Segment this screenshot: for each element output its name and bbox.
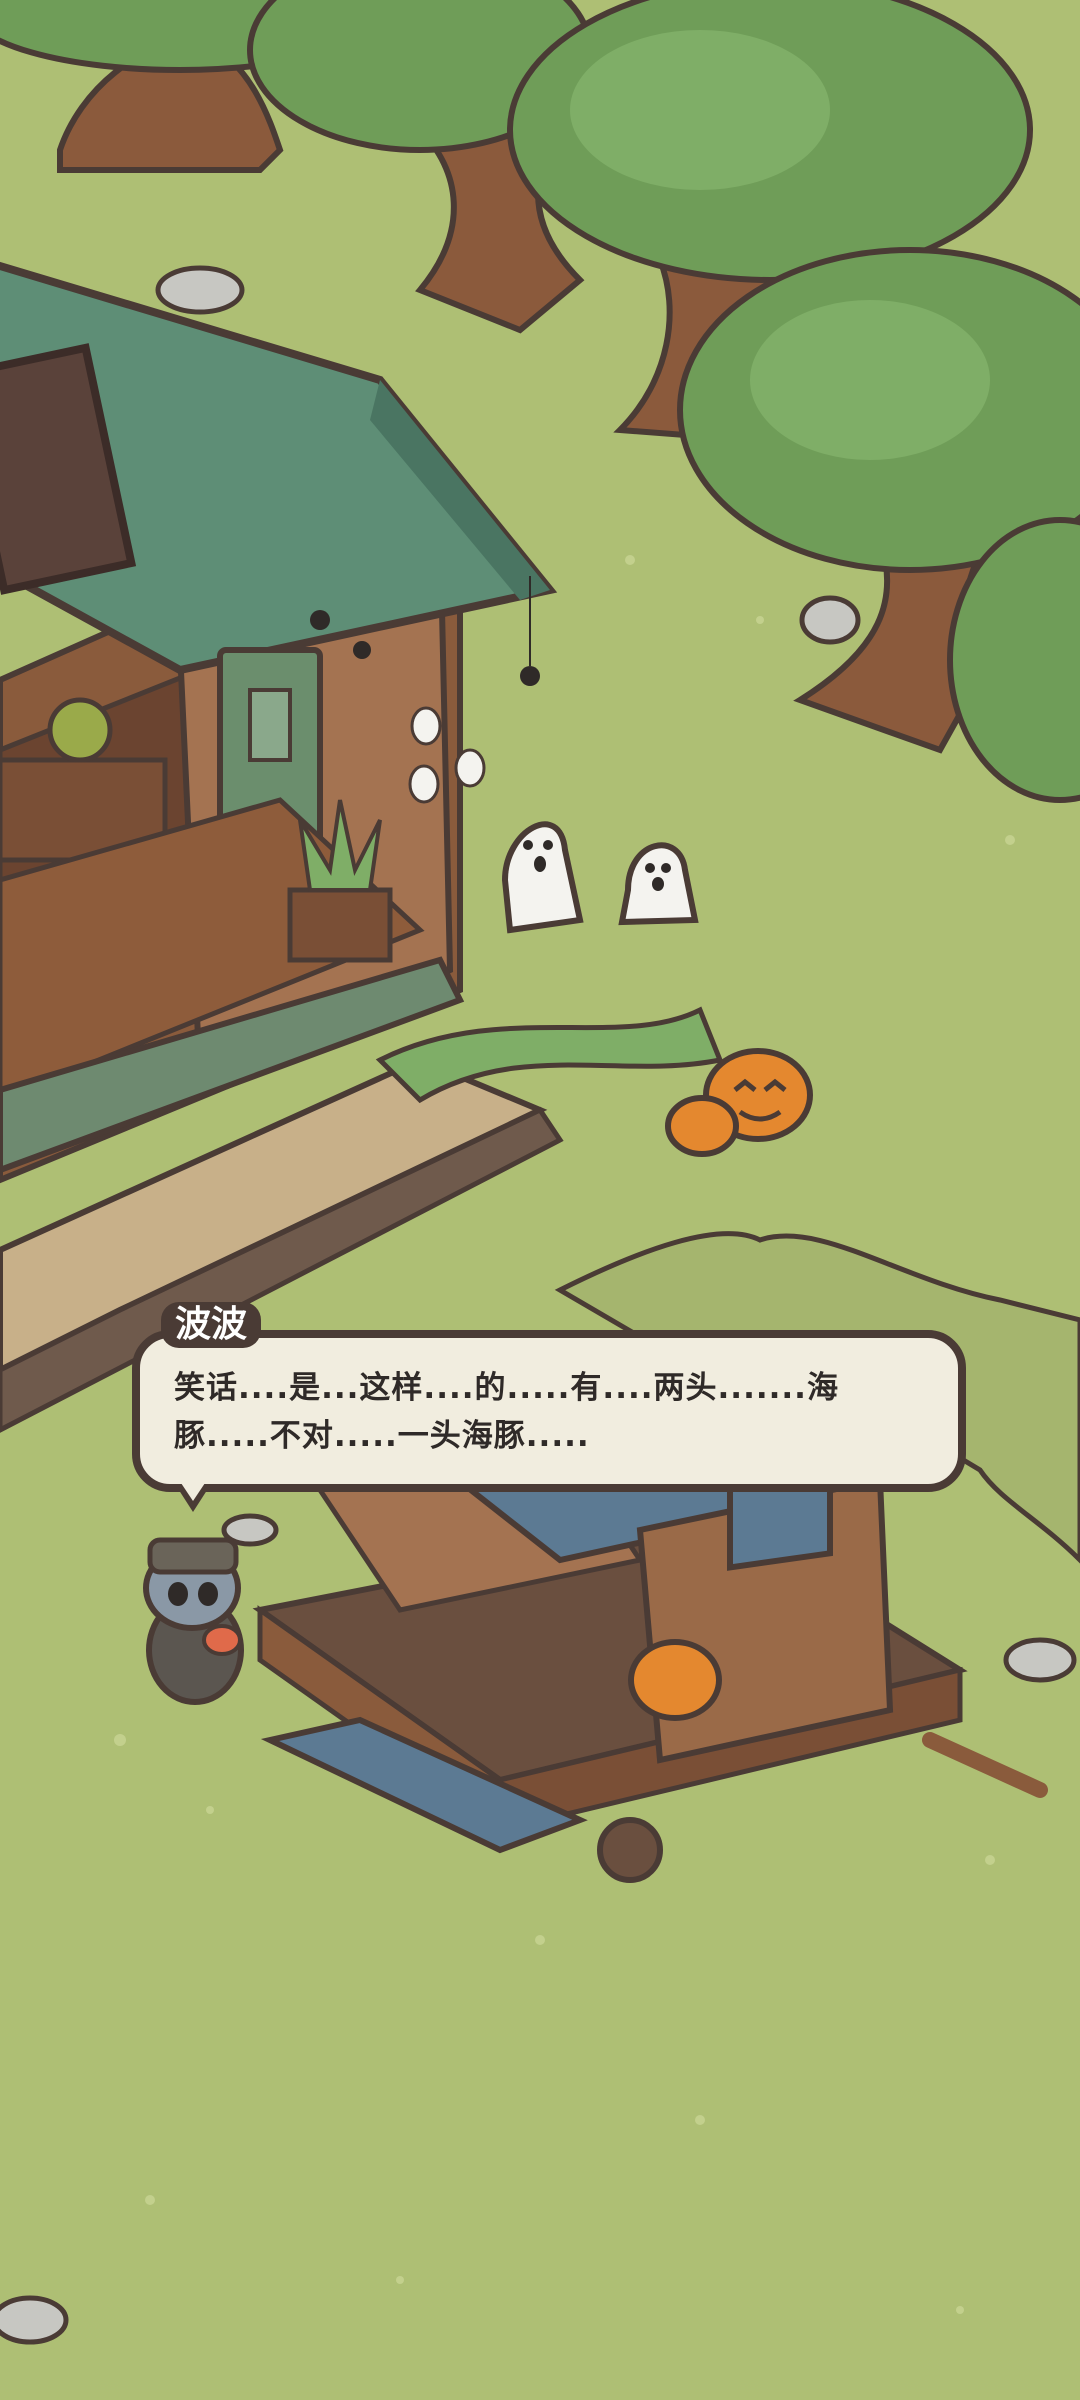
- game-scene[interactable]: [0, 0, 1080, 2400]
- raccoon-character[interactable]: [143, 1537, 244, 1705]
- speaker-name-tag: 波波: [161, 1302, 262, 1348]
- dialog-tail-inner: [181, 1483, 205, 1501]
- plant-pot: [287, 887, 393, 963]
- dialog-text: 笑话....是...这样....的.....有....两头.......海 豚.…: [174, 1370, 839, 1454]
- kettle: [47, 697, 113, 763]
- cart-pumpkin: [628, 1639, 722, 1721]
- cart-wheel: [597, 1817, 663, 1883]
- door-window: [248, 688, 292, 762]
